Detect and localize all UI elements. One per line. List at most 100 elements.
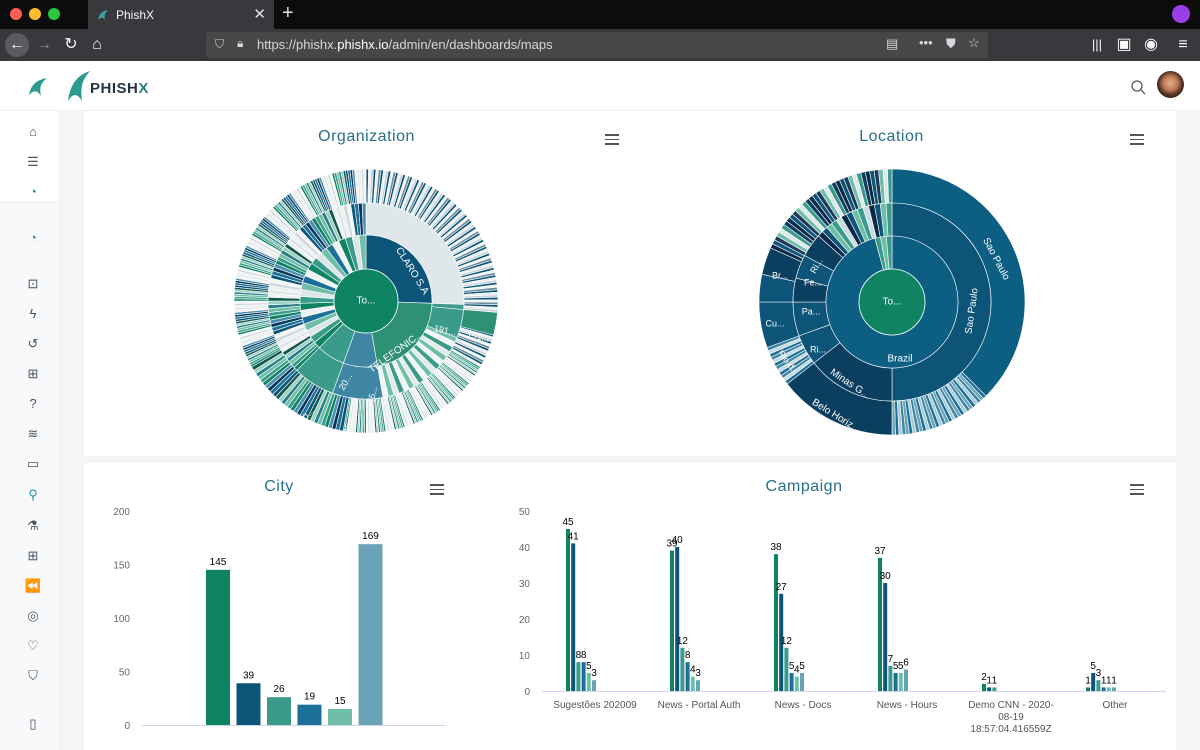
history-icon[interactable]: ↺: [24, 335, 42, 353]
url-text[interactable]: https://phishx.phishx.io/admin/en/dashbo…: [257, 37, 553, 52]
home-icon[interactable]: ⌂: [87, 33, 107, 57]
org-segment[interactable]: [363, 169, 367, 204]
location-icon[interactable]: ⚲: [24, 486, 42, 504]
close-window-button[interactable]: [10, 8, 22, 20]
reader-view-icon[interactable]: ▤: [886, 36, 898, 52]
file-icon[interactable]: ▯: [24, 715, 42, 733]
pocket-icon[interactable]: ⛊: [946, 36, 956, 52]
location-sunburst[interactable]: To...BrazilSao PauloSao PauloMinas G...B…: [759, 169, 1025, 435]
page-actions-icon[interactable]: •••: [919, 35, 933, 50]
city-bar[interactable]: [206, 569, 230, 725]
campaign-bar[interactable]: [581, 662, 586, 691]
campaign-bar[interactable]: [690, 676, 695, 691]
user-avatar[interactable]: [1157, 71, 1184, 98]
campaign-bar[interactable]: [992, 687, 997, 691]
campaign-bar[interactable]: [566, 529, 570, 691]
image-chart-icon[interactable]: ⊞: [24, 365, 42, 383]
browser-tab[interactable]: PhishX ✕: [88, 0, 274, 29]
shield-icon[interactable]: ⛉: [24, 667, 42, 685]
sidebar-logo-icon[interactable]: [26, 75, 50, 99]
minimize-window-button[interactable]: [29, 8, 41, 20]
campaign-bar[interactable]: [571, 543, 576, 691]
forward-button[interactable]: →: [34, 33, 54, 57]
campaign-bar[interactable]: [586, 673, 591, 691]
city-bar[interactable]: [236, 683, 261, 725]
campaign-data-label: 30: [880, 571, 892, 582]
loc-label-pa: Pa...: [802, 306, 821, 316]
reload-button[interactable]: ↻: [61, 33, 81, 57]
campaign-bar[interactable]: [1086, 687, 1090, 691]
database-icon[interactable]: ≋: [24, 425, 42, 443]
heart-pulse-icon[interactable]: ♡: [24, 637, 42, 655]
url-bar[interactable]: ⛉ 🔒︎ https://phishx.phishx.io/admin/en/d…: [206, 32, 988, 58]
monitor-icon[interactable]: ▭: [24, 455, 42, 473]
campaign-data-label: 3: [695, 668, 701, 679]
network-icon[interactable]: ⊞: [24, 547, 42, 565]
city-y-tick: 50: [119, 668, 131, 679]
campaign-bar[interactable]: [675, 547, 680, 691]
hamburger-menu-icon[interactable]: ≡: [1174, 33, 1192, 57]
campaign-bar[interactable]: [592, 680, 596, 691]
campaign-bar[interactable]: [1096, 680, 1101, 691]
location-menu-icon[interactable]: [1130, 134, 1144, 145]
organization-sunburst[interactable]: To...CLARO S.ATELEFONIC... 191... 191...20…: [234, 169, 498, 433]
campaign-bar[interactable]: [670, 550, 674, 691]
search-icon[interactable]: [1131, 80, 1146, 95]
scan-icon[interactable]: ⊡: [24, 275, 42, 293]
campaign-bar[interactable]: [774, 554, 778, 691]
back-button[interactable]: ←: [5, 33, 29, 57]
campaign-panel: Campaign 0 10 20 30 40 50 45 41 8 8 5 3 Sugestões 20…: [454, 463, 1176, 750]
campaign-bar[interactable]: [1106, 687, 1111, 691]
lock-icon[interactable]: 🔒︎: [237, 36, 243, 51]
campaign-bar[interactable]: [987, 687, 992, 691]
location-title: Location: [859, 128, 924, 145]
flask-icon[interactable]: ⚗: [24, 517, 42, 535]
servers-icon[interactable]: ☰: [24, 153, 42, 171]
campaign-bar[interactable]: [898, 673, 903, 691]
campaign-bar[interactable]: [696, 680, 700, 691]
bookmark-star-icon[interactable]: ☆: [968, 35, 980, 51]
question-icon[interactable]: ?: [24, 395, 42, 413]
campaign-bar[interactable]: [576, 662, 581, 691]
campaign-bar[interactable]: [680, 647, 685, 691]
brand-name: PHISHX: [90, 80, 149, 97]
campaign-bar[interactable]: [904, 669, 908, 691]
campaign-bar[interactable]: [1091, 673, 1096, 691]
account-icon[interactable]: ◉: [1142, 33, 1160, 57]
campaign-bar[interactable]: [888, 665, 893, 691]
campaign-bar[interactable]: [789, 673, 794, 691]
home-icon[interactable]: ⌂: [24, 123, 42, 141]
loc-segment[interactable]: [891, 400, 896, 435]
org-segment[interactable]: [234, 300, 269, 304]
badge-icon[interactable]: ◎: [24, 607, 42, 625]
maximize-window-button[interactable]: [48, 8, 60, 20]
new-tab-button[interactable]: +: [282, 2, 294, 25]
campaign-bar[interactable]: [982, 683, 986, 691]
chart-pie-icon[interactable]: ◔: [24, 183, 42, 201]
bolt-icon[interactable]: ϟ: [24, 305, 42, 323]
campaign-bar[interactable]: [794, 676, 799, 691]
campaign-category-label: Sugestões 202009: [553, 700, 637, 711]
chart-pie-outline-icon[interactable]: ◔: [24, 229, 42, 247]
library-icon[interactable]: |||: [1088, 33, 1106, 57]
campaign-bar[interactable]: [1112, 687, 1116, 691]
close-tab-icon[interactable]: ✕: [253, 5, 266, 23]
sidebar-toggle-icon[interactable]: ▣: [1115, 33, 1133, 57]
campaign-bar[interactable]: [883, 583, 888, 691]
city-bar[interactable]: [267, 697, 291, 725]
city-bar[interactable]: [297, 704, 322, 725]
rewind-icon[interactable]: ⏪: [24, 577, 42, 595]
shield-icon[interactable]: ⛉: [215, 37, 224, 52]
campaign-data-label: 45: [562, 517, 574, 528]
campaign-bar[interactable]: [800, 673, 804, 691]
campaign-bar[interactable]: [893, 673, 898, 691]
campaign-bar[interactable]: [1101, 687, 1106, 691]
phishx-favicon-icon: [98, 10, 108, 20]
organization-menu-icon[interactable]: [605, 134, 619, 145]
campaign-bar[interactable]: [784, 647, 789, 691]
city-y-tick: 200: [113, 507, 130, 518]
extension-mask-icon[interactable]: [1172, 5, 1190, 23]
campaign-bar[interactable]: [685, 662, 690, 691]
city-bar[interactable]: [328, 708, 352, 725]
city-bar[interactable]: [358, 544, 383, 725]
